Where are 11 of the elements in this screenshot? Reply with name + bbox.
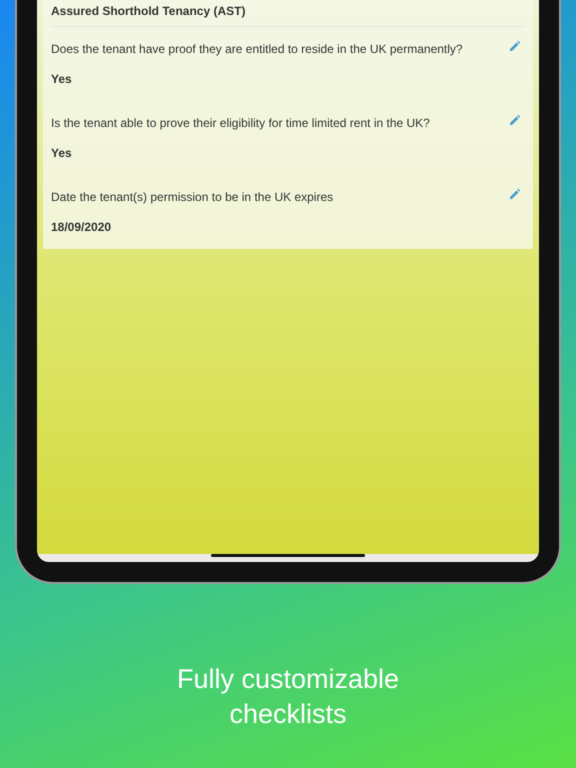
question-text: Does the tenant have proof they are entitled to reside in the UK permanently? bbox=[51, 41, 463, 58]
edit-icon[interactable] bbox=[509, 114, 521, 126]
edit-icon[interactable] bbox=[509, 40, 521, 52]
answer-text: Yes bbox=[51, 145, 73, 162]
question-text: Date the tenant(s) permission to be in the UK expires bbox=[51, 189, 334, 206]
answer-text: 18/09/2020 bbox=[51, 219, 112, 236]
answer-text: Yes bbox=[51, 71, 73, 88]
question-text: Is the tenant able to prove their eligibility for time limited rent in the UK? bbox=[51, 115, 430, 132]
section-title: Assured Shorthold Tenancy (AST) bbox=[51, 0, 525, 27]
caption: Fully customizable checklists bbox=[176, 663, 400, 732]
edit-icon[interactable] bbox=[509, 188, 521, 200]
